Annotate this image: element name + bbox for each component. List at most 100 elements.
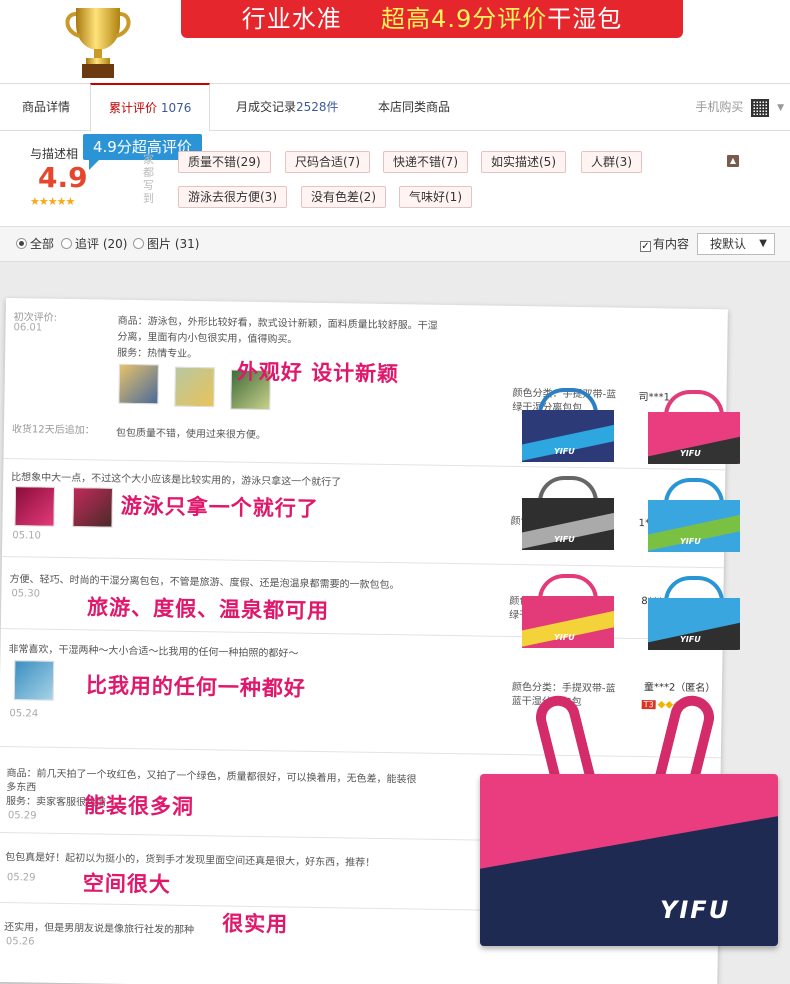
product-thumbnail: YIFU bbox=[648, 390, 740, 464]
review-photo[interactable] bbox=[72, 487, 114, 528]
product-thumbnail: YIFU bbox=[522, 574, 614, 648]
chevron-down-icon: ▼ bbox=[777, 102, 784, 113]
impression-tag[interactable]: 如实描述(5) bbox=[481, 151, 566, 173]
rating-stars: ★★★★★ bbox=[30, 195, 75, 208]
review-date: 05.10 bbox=[12, 530, 41, 542]
filter-all[interactable]: 全部 bbox=[16, 227, 54, 261]
review-highlight-caption: 游泳只拿一个就行了 bbox=[120, 493, 319, 521]
review-text: 商品：前几天拍了一个玫红色，又拍了一个绿色，质量都很好，可以换着用，无色差，能装… bbox=[6, 768, 417, 786]
tab-bar: 商品详情 累计评价 1076 月成交记录2528件 本店同类商品 手机购买 ▼ bbox=[0, 83, 790, 131]
bag-logo: YIFU bbox=[680, 449, 701, 458]
phone-buy-label: 手机购买 bbox=[695, 100, 744, 114]
bag-logo: YIFU bbox=[554, 633, 575, 642]
banner-title-suffix: 干湿包 bbox=[547, 5, 623, 33]
review-highlight-caption: 很实用 bbox=[222, 911, 289, 937]
banner-title: 行业水准 超高4.9分评价干湿包 bbox=[181, 0, 683, 38]
bag-body: YIFU bbox=[522, 498, 614, 550]
review-highlight-caption: 外观好 设计新颖 bbox=[236, 359, 400, 387]
review-photo[interactable] bbox=[13, 660, 55, 701]
tab-count: 2528件 bbox=[296, 100, 339, 114]
sort-dropdown[interactable]: 按默认 ▼ bbox=[697, 233, 775, 255]
review-date: 06.01 bbox=[13, 322, 43, 334]
product-thumbnail: YIFU bbox=[522, 388, 614, 462]
review-text: 方便、轻巧、时尚的干湿分离包包，不管是旅游、度假、还是泡温泉都需要的一款包包。 bbox=[9, 574, 400, 592]
tab-monthly-sales[interactable]: 月成交记录2528件 bbox=[236, 84, 339, 130]
has-content-checkbox[interactable]: ✓ 有内容 bbox=[640, 227, 689, 261]
product-thumbnail: YIFU bbox=[648, 576, 740, 650]
trophy-icon bbox=[65, 8, 131, 78]
banner-title-prefix: 行业水准 bbox=[241, 5, 342, 33]
append-label: 收货12天后追加： bbox=[11, 424, 95, 437]
review-text: 包包真是好！起初以为挺小的，货到手才发现里面空间还真是很大，好东西，推荐！ bbox=[5, 852, 376, 869]
bag-body: YIFU bbox=[522, 410, 614, 462]
tab-count: 1076 bbox=[160, 101, 192, 115]
vertical-hint-text: 家都写到 bbox=[143, 153, 154, 205]
review-date: 05.29 bbox=[7, 810, 37, 822]
review-text: 分离，里面有内小包很实用，值得购买。 bbox=[117, 331, 298, 346]
radio-icon bbox=[61, 238, 72, 249]
tab-label: 本店同类商品 bbox=[378, 100, 451, 114]
tab-label: 月成交记录 bbox=[236, 100, 297, 114]
rating-summary: 与描述相 4.9 ★★★★★ 4.9分超高评价 家都写到 质量不错(29) 尺码… bbox=[0, 131, 790, 226]
bag-body: YIFU bbox=[648, 598, 740, 650]
collapse-icon[interactable]: ▲ bbox=[727, 155, 739, 167]
bag-logo: YIFU bbox=[554, 447, 575, 456]
impression-tag[interactable]: 快递不错(7) bbox=[383, 151, 468, 173]
review-date: 05.29 bbox=[6, 872, 36, 884]
filter-images[interactable]: 图片 (31) bbox=[133, 227, 199, 261]
tab-similar-products[interactable]: 本店同类商品 bbox=[378, 84, 450, 130]
tab-product-details[interactable]: 商品详情 bbox=[22, 84, 70, 130]
chevron-down-icon: ▼ bbox=[759, 238, 767, 249]
divider bbox=[3, 457, 726, 471]
review-filter-bar: 全部 追评 (20) 图片 (31) ✓ 有内容 按默认 ▼ bbox=[0, 226, 790, 262]
banner-title-accent: 超高4.9分评价 bbox=[381, 5, 548, 33]
tab-label: 累计评价 bbox=[109, 101, 158, 115]
promo-banner: 行业水准 超高4.9分评价干湿包 bbox=[0, 0, 790, 82]
phone-buy-button[interactable]: 手机购买 ▼ bbox=[695, 84, 784, 130]
filter-label: 图片 (31) bbox=[147, 237, 200, 251]
impression-tag[interactable]: 气味好(1) bbox=[399, 186, 472, 208]
review-date: 05.30 bbox=[11, 588, 41, 600]
review-photo[interactable] bbox=[118, 363, 159, 405]
checkmark-icon: ✓ bbox=[640, 241, 651, 252]
bag-body bbox=[480, 774, 778, 946]
product-hero-image: YIFU bbox=[480, 674, 778, 979]
tab-label: 商品详情 bbox=[22, 100, 71, 114]
review-collage: 初次评价: 06.01 商品：游泳包，外形比较好看，款式设计新颖，面料质量比较舒… bbox=[0, 262, 790, 984]
impression-tag[interactable]: 游泳去很方便(3) bbox=[178, 186, 287, 208]
rating-score: 4.9 bbox=[38, 161, 88, 194]
tab-reviews[interactable]: 累计评价 1076 bbox=[90, 83, 211, 131]
review-highlight-caption: 空间很大 bbox=[82, 871, 171, 897]
impression-tag[interactable]: 质量不错(29) bbox=[178, 151, 271, 173]
product-thumbnail: YIFU bbox=[648, 478, 740, 552]
bag-body: YIFU bbox=[648, 500, 740, 552]
bag-body: YIFU bbox=[522, 596, 614, 648]
review-text: 非常喜欢，干湿两种～大小合适～比我用的任何一种拍照的都好～ bbox=[8, 644, 299, 660]
rating-label: 与描述相 bbox=[30, 147, 79, 161]
review-date: 05.24 bbox=[9, 708, 39, 720]
review-photo[interactable] bbox=[14, 486, 56, 527]
review-photo[interactable] bbox=[174, 366, 215, 408]
bag-logo: YIFU bbox=[660, 896, 731, 924]
impression-tag[interactable]: 没有色差(2) bbox=[301, 186, 386, 208]
has-content-label: 有内容 bbox=[653, 237, 690, 251]
review-date: 05.26 bbox=[5, 936, 35, 948]
bag-stripe bbox=[480, 808, 778, 946]
filter-followup[interactable]: 追评 (20) bbox=[61, 227, 127, 261]
qr-code-icon bbox=[751, 98, 770, 117]
radio-selected-icon bbox=[16, 238, 27, 249]
bag-logo: YIFU bbox=[680, 635, 701, 644]
append-text: 包包质量不错，使用过来很方便。 bbox=[115, 427, 266, 442]
review-text: 服务：热情专业。 bbox=[117, 347, 198, 361]
bag-logo: YIFU bbox=[680, 537, 701, 546]
bag-body: YIFU bbox=[648, 412, 740, 464]
divider bbox=[0, 627, 723, 641]
review-highlight-caption: 比我用的任何一种都好 bbox=[85, 673, 307, 701]
radio-icon bbox=[133, 238, 144, 249]
review-highlight-caption: 能装很多洞 bbox=[83, 793, 195, 820]
sort-label: 按默认 bbox=[710, 237, 747, 251]
impression-tag[interactable]: 人群(3) bbox=[581, 151, 642, 173]
filter-label: 追评 (20) bbox=[75, 237, 128, 251]
review-text: 还实用，但是男朋友说是像旅行社发的那种 bbox=[4, 922, 195, 937]
impression-tag[interactable]: 尺码合适(7) bbox=[285, 151, 370, 173]
